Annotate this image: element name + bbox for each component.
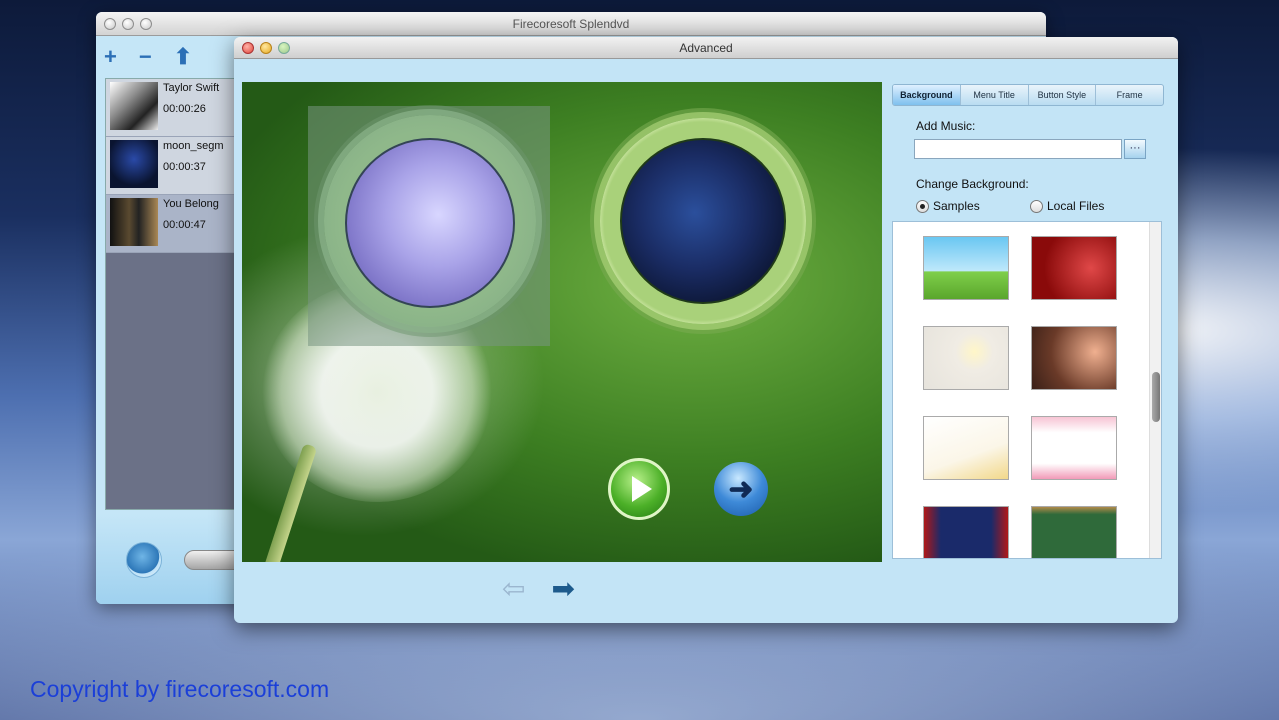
gallery-scroll-thumb[interactable]	[1152, 372, 1160, 422]
main-titlebar: Firecoresoft Splendvd	[96, 12, 1046, 36]
radio-samples-indicator[interactable]	[916, 199, 929, 213]
background-sample[interactable]	[923, 326, 1009, 390]
next-arrow-icon[interactable]: ➡	[551, 575, 574, 603]
tab-button-style[interactable]: Button Style	[1029, 85, 1097, 105]
file-name: You Belong	[163, 198, 219, 210]
tab-frame[interactable]: Frame	[1096, 85, 1163, 105]
copyright-text: Copyright by firecoresoft.com	[30, 676, 330, 702]
file-duration: 00:00:37	[163, 161, 206, 173]
radio-samples-label: Samples	[933, 199, 980, 213]
radio-local-files-label: Local Files	[1047, 199, 1105, 213]
file-thumbnail	[110, 140, 158, 188]
settings-tabs: Background Menu Title Button Style Frame	[892, 84, 1164, 106]
remove-file-button[interactable]: −	[139, 46, 152, 68]
tab-background[interactable]: Background	[893, 85, 961, 105]
prev-arrow-icon[interactable]: ⇦	[502, 575, 525, 603]
advanced-window-title: Advanced	[679, 41, 733, 55]
tab-menu-title[interactable]: Menu Title	[961, 85, 1029, 105]
play-button[interactable]	[608, 458, 670, 520]
background-sample[interactable]	[923, 506, 1009, 558]
radio-local-files-indicator[interactable]	[1030, 199, 1043, 213]
file-duration: 00:00:26	[163, 103, 206, 115]
advanced-window: Advanced ➜ ⇦ ➡ Background Menu Title But…	[234, 37, 1178, 623]
file-name: moon_segm	[163, 140, 224, 152]
file-thumbnail	[110, 198, 158, 246]
file-duration: 00:00:47	[163, 219, 206, 231]
background-sample[interactable]	[1031, 326, 1117, 390]
radio-samples[interactable]: Samples	[916, 199, 980, 213]
music-path-field[interactable]	[914, 139, 1122, 159]
record-button[interactable]	[126, 542, 162, 578]
file-list[interactable]: Taylor Swift 00:00:26 moon_segm 00:00:37…	[105, 78, 245, 510]
next-page-button[interactable]: ➜	[714, 462, 768, 516]
file-item[interactable]: Taylor Swift 00:00:26	[106, 79, 244, 137]
background-sample[interactable]	[923, 416, 1009, 480]
chapter-thumbnail-2[interactable]	[620, 138, 786, 304]
add-music-label: Add Music:	[916, 119, 976, 133]
gallery-scrollbar[interactable]	[1149, 222, 1161, 558]
move-up-button[interactable]: ⬆	[174, 46, 192, 68]
background-sample[interactable]	[1031, 236, 1117, 300]
preview-navigation: ⇦ ➡	[502, 575, 575, 603]
advanced-titlebar: Advanced	[234, 37, 1178, 59]
file-toolbar: + − ⬆	[104, 46, 192, 68]
radio-local-files[interactable]: Local Files	[1030, 199, 1104, 213]
background-gallery[interactable]	[892, 221, 1162, 559]
file-thumbnail	[110, 82, 158, 130]
play-icon	[631, 476, 652, 502]
file-item[interactable]: moon_segm 00:00:37	[106, 137, 244, 195]
background-sample[interactable]	[1031, 416, 1117, 480]
add-file-button[interactable]: +	[104, 46, 117, 68]
browse-music-button[interactable]: ···	[1124, 139, 1146, 159]
main-window-title: Firecoresoft Splendvd	[512, 17, 630, 31]
file-item[interactable]: You Belong 00:00:47	[106, 195, 244, 253]
chapter-thumbnail-1[interactable]	[345, 138, 515, 308]
menu-preview: ➜	[242, 82, 882, 562]
background-sample[interactable]	[1031, 506, 1117, 558]
change-background-label: Change Background:	[916, 177, 1029, 191]
file-name: Taylor Swift	[163, 82, 220, 94]
background-sample[interactable]	[923, 236, 1009, 300]
